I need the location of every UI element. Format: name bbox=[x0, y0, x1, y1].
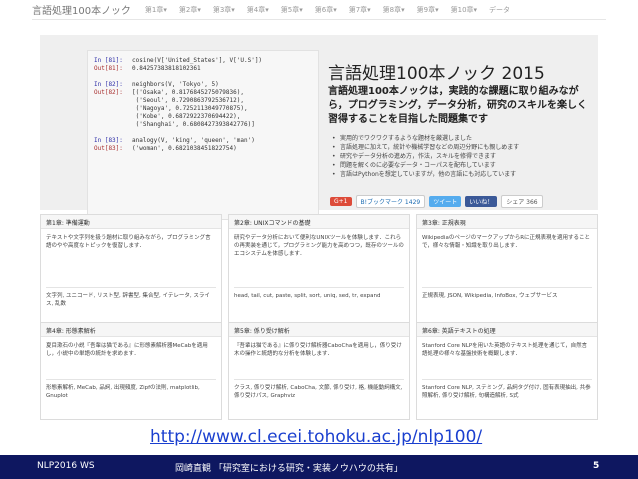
facebook-like-button[interactable]: いいね！ bbox=[465, 196, 498, 207]
card-topics: 正規表現, JSON, Wikipedia, InfoBox, ウェブサービス bbox=[422, 287, 592, 300]
feature-item: 実用的でワクワクするような題材を厳選しました bbox=[332, 134, 590, 143]
site-url-link[interactable]: http://www.cl.ecei.tohoku.ac.jp/nlp100/ bbox=[150, 427, 482, 447]
google-plus-button[interactable]: G+1 bbox=[330, 197, 352, 206]
code-prompt: In [83]: bbox=[94, 137, 123, 144]
card-topics: 形態素解析, MeCab, 品詞, 出現頻度, Zipfの法則, matplot… bbox=[46, 379, 216, 400]
code-text: ('Nagoya', 0.7252113049770875), bbox=[132, 105, 248, 112]
code-line: In [81]: cosine(V['United_States'], V['U.… bbox=[94, 57, 312, 65]
code-line: ('Seoul', 0.7290863792536712), bbox=[94, 97, 312, 105]
hero-banner: In [81]: cosine(V['United_States'], V['U.… bbox=[40, 35, 598, 220]
page-number: 5 bbox=[593, 461, 600, 471]
card-description: テキストや文字列を扱う題材に取り組みながら，プログラミング言語のやや高度なトピッ… bbox=[46, 235, 211, 249]
code-text: ('Kobe', 0.6872922370694422), bbox=[132, 113, 241, 120]
footer-event: NLP2016 WS bbox=[37, 461, 95, 471]
code-line: Out[82]: [('Osaka', 0.8176845275079836), bbox=[94, 89, 312, 97]
code-text: [('Osaka', 0.8176845275079836), bbox=[132, 89, 244, 96]
code-prompt: Out[83]: bbox=[94, 145, 123, 152]
code-text: ('Seoul', 0.7290863792536712), bbox=[132, 97, 244, 104]
code-gap bbox=[94, 73, 312, 81]
hatena-bookmark-button[interactable]: B!ブックマーク 1429 bbox=[355, 195, 426, 208]
tweet-button[interactable]: ツイート bbox=[429, 196, 462, 207]
code-sample: In [81]: cosine(V['United_States'], V['U.… bbox=[87, 50, 319, 220]
chapter-card-6[interactable]: 第6章: 英語テキストの処理 Stanford Core NLPを用いた英語のテ… bbox=[416, 322, 598, 420]
card-description: Stanford Core NLPを用いた英語のテキスト処理を通じて，自然言語処… bbox=[422, 343, 588, 357]
chapter-card-5[interactable]: 第5章: 係り受け解析 『吾輩は猫である』に係り受け解析器CaboChaを適用し… bbox=[228, 322, 410, 420]
nav-item-chapter-7[interactable]: 第7章▾ bbox=[349, 5, 371, 15]
code-prompt: In [81]: bbox=[94, 57, 123, 64]
card-description: 研究やデータ分析において便利なUNIXツールを体験します．これらの再実装を通じて… bbox=[234, 235, 404, 257]
card-topics: Stanford Core NLP, ステミング, 品詞タグ付け, 固有表現抽出… bbox=[422, 379, 592, 400]
nav-item-chapter-10[interactable]: 第10章▾ bbox=[451, 5, 477, 15]
feature-item: 研究やデータ分析の進め方，作法，スキルを修得できます bbox=[332, 152, 590, 161]
code-text: neighbors(V, 'Tokyo', 5) bbox=[132, 81, 219, 88]
feature-item: 問題を解くのに必要なデータ・コーパスを配布しています bbox=[332, 161, 590, 170]
nav-item-chapter-9[interactable]: 第9章▾ bbox=[417, 5, 439, 15]
code-line: In [82]: neighbors(V, 'Tokyo', 5) bbox=[94, 81, 312, 89]
hero-lead: 言語処理100本ノックは，実践的な課題に取り組みながら，プログラミング，データ分… bbox=[328, 86, 587, 125]
chapter-card-2[interactable]: 第2章: UNIXコマンドの基礎 研究やデータ分析において便利なUNIXツールを… bbox=[228, 214, 410, 330]
code-text: 0.84257383818102361 bbox=[132, 65, 201, 72]
code-line: In [83]: analogy(V, 'king', 'queen', 'man… bbox=[94, 137, 312, 145]
nav-menu: 第1章▾ 第2章▾ 第3章▾ 第4章▾ 第5章▾ 第6章▾ 第7章▾ 第8章▾ … bbox=[145, 5, 510, 15]
share-button[interactable]: シェア 366 bbox=[501, 195, 543, 208]
code-prompt: Out[82]: bbox=[94, 89, 123, 96]
code-text: ('woman', 0.6821038451822754) bbox=[132, 145, 237, 152]
card-title[interactable]: 第3章: 正規表現 bbox=[417, 215, 597, 229]
code-text: cosine(V['United_States'], V['U.S']) bbox=[132, 57, 263, 64]
chapter-card-1[interactable]: 第1章: 準備運動 テキストや文字列を扱う題材に取り組みながら，プログラミング言… bbox=[40, 214, 222, 330]
code-gap bbox=[94, 129, 312, 137]
feature-list: 実用的でワクワクするような題材を厳選しました 言語処理に加えて，統計や機械学習な… bbox=[332, 134, 590, 179]
code-prompt bbox=[94, 105, 132, 113]
footer-author-title: 岡崎直観 「研究室における研究・実装ノウハウの共有」 bbox=[175, 464, 403, 474]
code-line: ('Kobe', 0.6872922370694422), bbox=[94, 113, 312, 121]
card-topics: head, tail, cut, paste, split, sort, uni… bbox=[234, 287, 404, 300]
nav-item-chapter-5[interactable]: 第5章▾ bbox=[281, 5, 303, 15]
feature-item: 言語はPythonを想定していますが，他の言語にも対応しています bbox=[332, 170, 590, 179]
card-title[interactable]: 第5章: 係り受け解析 bbox=[229, 323, 409, 337]
code-prompt: In [82]: bbox=[94, 81, 123, 88]
code-line: ('Nagoya', 0.7252113049770875), bbox=[94, 105, 312, 113]
social-buttons: G+1 B!ブックマーク 1429 ツイート いいね！ シェア 366 bbox=[330, 195, 543, 208]
code-line: Out[81]: 0.84257383818102361 bbox=[94, 65, 312, 73]
chapter-card-3[interactable]: 第3章: 正規表現 WikipediaのページのマークアップからRに正規表現を適… bbox=[416, 214, 598, 330]
code-line: ('Shanghai', 0.6808427393842776)] bbox=[94, 121, 312, 129]
code-line: Out[83]: ('woman', 0.6821038451822754) bbox=[94, 145, 312, 153]
code-prompt bbox=[94, 97, 132, 105]
card-title[interactable]: 第2章: UNIXコマンドの基礎 bbox=[229, 215, 409, 229]
card-topics: 文字列, ユニコード, リスト型, 辞書型, 集合型, イテレータ, スライス,… bbox=[46, 287, 216, 308]
code-prompt bbox=[94, 113, 132, 121]
hero-title: 言語処理100本ノック 2015 bbox=[328, 64, 545, 84]
nav-item-chapter-6[interactable]: 第6章▾ bbox=[315, 5, 337, 15]
card-description: 夏目漱石の小説『吾輩は猫である』に形態素解析器MeCabを適用し，小説中の単語の… bbox=[46, 343, 208, 357]
nav-item-chapter-8[interactable]: 第8章▾ bbox=[383, 5, 405, 15]
card-topics: クラス, 係り受け解析, CaboCha, 文節, 係り受け, 格, 機能動詞構… bbox=[234, 379, 404, 400]
slide-footer: NLP2016 WS 岡崎直観 「研究室における研究・実装ノウハウの共有」 5 bbox=[0, 455, 638, 479]
nav-item-chapter-2[interactable]: 第2章▾ bbox=[179, 5, 201, 15]
code-prompt: Out[81]: bbox=[94, 65, 123, 72]
nav-item-chapter-1[interactable]: 第1章▾ bbox=[145, 5, 167, 15]
card-description: 『吾輩は猫である』に係り受け解析器CaboChaを適用し，係り受け木の操作と統語… bbox=[234, 343, 402, 357]
site-brand[interactable]: 言語処理100本ノック bbox=[32, 2, 131, 17]
nav-item-chapter-3[interactable]: 第3章▾ bbox=[213, 5, 235, 15]
code-prompt bbox=[94, 121, 132, 129]
card-title[interactable]: 第1章: 準備運動 bbox=[41, 215, 221, 229]
code-text: ('Shanghai', 0.6808427393842776)] bbox=[132, 121, 255, 128]
nav-item-data[interactable]: データ bbox=[489, 5, 510, 15]
card-title[interactable]: 第6章: 英語テキストの処理 bbox=[417, 323, 597, 337]
chapter-card-4[interactable]: 第4章: 形態素解析 夏目漱石の小説『吾輩は猫である』に形態素解析器MeCabを… bbox=[40, 322, 222, 420]
feature-item: 言語処理に加えて，統計や機械学習などの周辺分野にも親しめます bbox=[332, 143, 590, 152]
card-description: WikipediaのページのマークアップからRに正規表現を適用することで，様々な… bbox=[422, 235, 591, 249]
nav-item-chapter-4[interactable]: 第4章▾ bbox=[247, 5, 269, 15]
card-title[interactable]: 第4章: 形態素解析 bbox=[41, 323, 221, 337]
top-navbar: 言語処理100本ノック 第1章▾ 第2章▾ 第3章▾ 第4章▾ 第5章▾ 第6章… bbox=[32, 0, 606, 20]
code-text: analogy(V, 'king', 'queen', 'man') bbox=[132, 137, 255, 144]
